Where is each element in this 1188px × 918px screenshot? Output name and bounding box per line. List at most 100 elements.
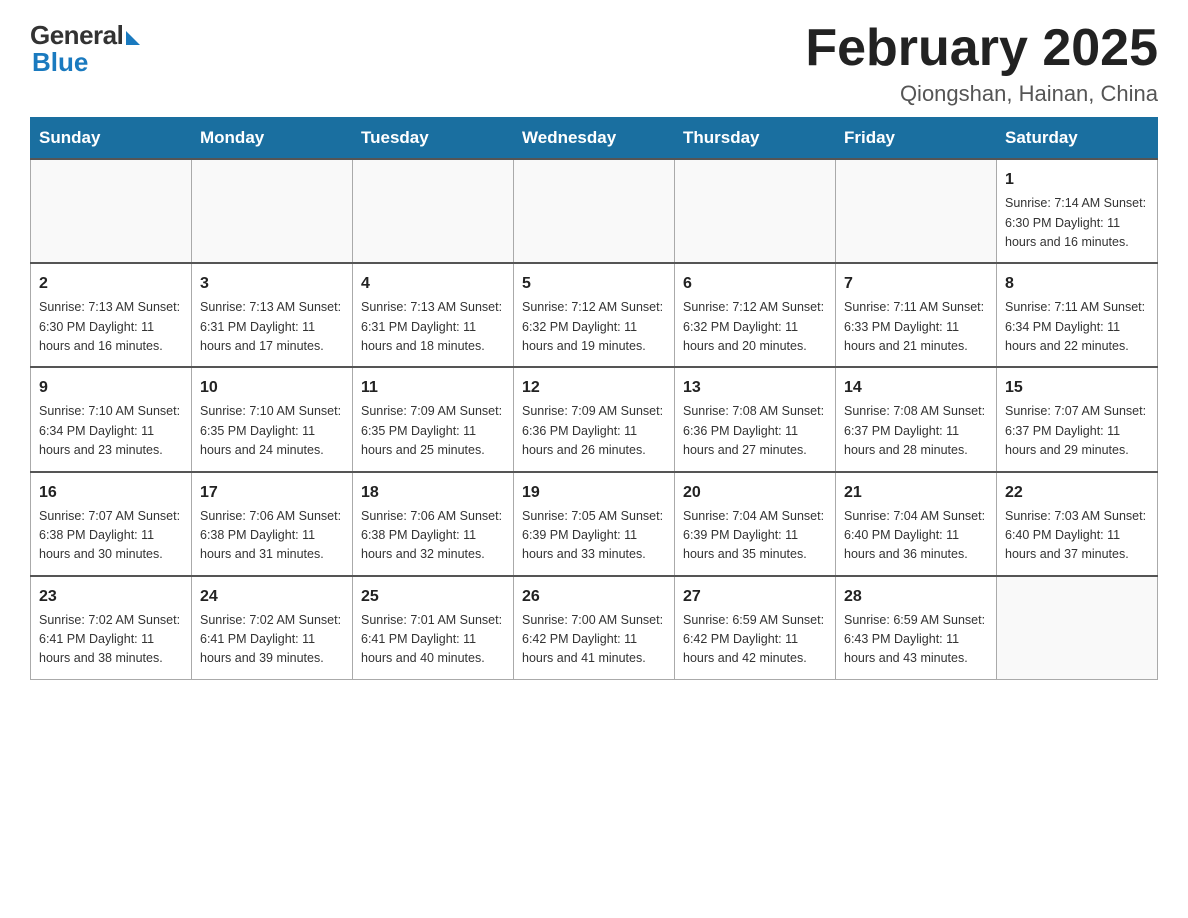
- page-header: General Blue February 2025 Qiongshan, Ha…: [30, 20, 1158, 107]
- calendar-cell: 17Sunrise: 7:06 AM Sunset: 6:38 PM Dayli…: [192, 472, 353, 576]
- title-block: February 2025 Qiongshan, Hainan, China: [805, 20, 1158, 107]
- day-number: 5: [522, 272, 666, 296]
- day-info: Sunrise: 7:05 AM Sunset: 6:39 PM Dayligh…: [522, 507, 666, 565]
- calendar-week-row: 9Sunrise: 7:10 AM Sunset: 6:34 PM Daylig…: [31, 367, 1158, 471]
- day-info: Sunrise: 7:02 AM Sunset: 6:41 PM Dayligh…: [200, 611, 344, 669]
- day-info: Sunrise: 7:04 AM Sunset: 6:40 PM Dayligh…: [844, 507, 988, 565]
- day-info: Sunrise: 7:09 AM Sunset: 6:36 PM Dayligh…: [522, 402, 666, 460]
- day-number: 7: [844, 272, 988, 296]
- weekday-header-row: SundayMondayTuesdayWednesdayThursdayFrid…: [31, 118, 1158, 160]
- logo-arrow-icon: [126, 31, 140, 45]
- day-info: Sunrise: 7:14 AM Sunset: 6:30 PM Dayligh…: [1005, 194, 1149, 252]
- weekday-header-friday: Friday: [836, 118, 997, 160]
- calendar-body: 1Sunrise: 7:14 AM Sunset: 6:30 PM Daylig…: [31, 159, 1158, 679]
- calendar-cell: 14Sunrise: 7:08 AM Sunset: 6:37 PM Dayli…: [836, 367, 997, 471]
- calendar-cell: 27Sunrise: 6:59 AM Sunset: 6:42 PM Dayli…: [675, 576, 836, 680]
- day-info: Sunrise: 7:07 AM Sunset: 6:38 PM Dayligh…: [39, 507, 183, 565]
- day-info: Sunrise: 7:13 AM Sunset: 6:31 PM Dayligh…: [200, 298, 344, 356]
- calendar-cell: 25Sunrise: 7:01 AM Sunset: 6:41 PM Dayli…: [353, 576, 514, 680]
- day-number: 2: [39, 272, 183, 296]
- day-number: 25: [361, 585, 505, 609]
- day-info: Sunrise: 7:01 AM Sunset: 6:41 PM Dayligh…: [361, 611, 505, 669]
- day-number: 15: [1005, 376, 1149, 400]
- day-info: Sunrise: 7:12 AM Sunset: 6:32 PM Dayligh…: [683, 298, 827, 356]
- day-number: 24: [200, 585, 344, 609]
- day-number: 16: [39, 481, 183, 505]
- calendar-cell: 19Sunrise: 7:05 AM Sunset: 6:39 PM Dayli…: [514, 472, 675, 576]
- weekday-header-wednesday: Wednesday: [514, 118, 675, 160]
- calendar-cell: 15Sunrise: 7:07 AM Sunset: 6:37 PM Dayli…: [997, 367, 1158, 471]
- calendar-cell: 23Sunrise: 7:02 AM Sunset: 6:41 PM Dayli…: [31, 576, 192, 680]
- calendar-cell: 3Sunrise: 7:13 AM Sunset: 6:31 PM Daylig…: [192, 263, 353, 367]
- day-number: 18: [361, 481, 505, 505]
- calendar-cell: 13Sunrise: 7:08 AM Sunset: 6:36 PM Dayli…: [675, 367, 836, 471]
- day-number: 9: [39, 376, 183, 400]
- day-number: 20: [683, 481, 827, 505]
- day-number: 11: [361, 376, 505, 400]
- calendar-cell: 2Sunrise: 7:13 AM Sunset: 6:30 PM Daylig…: [31, 263, 192, 367]
- calendar-cell: 20Sunrise: 7:04 AM Sunset: 6:39 PM Dayli…: [675, 472, 836, 576]
- weekday-header-monday: Monday: [192, 118, 353, 160]
- day-info: Sunrise: 7:13 AM Sunset: 6:31 PM Dayligh…: [361, 298, 505, 356]
- calendar-week-row: 23Sunrise: 7:02 AM Sunset: 6:41 PM Dayli…: [31, 576, 1158, 680]
- day-number: 19: [522, 481, 666, 505]
- calendar-cell: 9Sunrise: 7:10 AM Sunset: 6:34 PM Daylig…: [31, 367, 192, 471]
- day-info: Sunrise: 6:59 AM Sunset: 6:43 PM Dayligh…: [844, 611, 988, 669]
- calendar-cell: 22Sunrise: 7:03 AM Sunset: 6:40 PM Dayli…: [997, 472, 1158, 576]
- day-info: Sunrise: 7:08 AM Sunset: 6:37 PM Dayligh…: [844, 402, 988, 460]
- weekday-header-saturday: Saturday: [997, 118, 1158, 160]
- day-number: 13: [683, 376, 827, 400]
- calendar-cell: [31, 159, 192, 263]
- day-info: Sunrise: 7:11 AM Sunset: 6:33 PM Dayligh…: [844, 298, 988, 356]
- calendar-week-row: 16Sunrise: 7:07 AM Sunset: 6:38 PM Dayli…: [31, 472, 1158, 576]
- calendar-cell: 26Sunrise: 7:00 AM Sunset: 6:42 PM Dayli…: [514, 576, 675, 680]
- calendar-cell: 21Sunrise: 7:04 AM Sunset: 6:40 PM Dayli…: [836, 472, 997, 576]
- day-info: Sunrise: 7:06 AM Sunset: 6:38 PM Dayligh…: [361, 507, 505, 565]
- day-number: 22: [1005, 481, 1149, 505]
- day-number: 3: [200, 272, 344, 296]
- day-info: Sunrise: 7:07 AM Sunset: 6:37 PM Dayligh…: [1005, 402, 1149, 460]
- day-number: 10: [200, 376, 344, 400]
- calendar-cell: 5Sunrise: 7:12 AM Sunset: 6:32 PM Daylig…: [514, 263, 675, 367]
- calendar-cell: 1Sunrise: 7:14 AM Sunset: 6:30 PM Daylig…: [997, 159, 1158, 263]
- day-number: 12: [522, 376, 666, 400]
- day-info: Sunrise: 7:03 AM Sunset: 6:40 PM Dayligh…: [1005, 507, 1149, 565]
- day-info: Sunrise: 7:06 AM Sunset: 6:38 PM Dayligh…: [200, 507, 344, 565]
- calendar-cell: [353, 159, 514, 263]
- day-info: Sunrise: 7:08 AM Sunset: 6:36 PM Dayligh…: [683, 402, 827, 460]
- day-info: Sunrise: 7:02 AM Sunset: 6:41 PM Dayligh…: [39, 611, 183, 669]
- location-subtitle: Qiongshan, Hainan, China: [805, 81, 1158, 107]
- day-number: 8: [1005, 272, 1149, 296]
- calendar-week-row: 1Sunrise: 7:14 AM Sunset: 6:30 PM Daylig…: [31, 159, 1158, 263]
- calendar-cell: [997, 576, 1158, 680]
- calendar-cell: 8Sunrise: 7:11 AM Sunset: 6:34 PM Daylig…: [997, 263, 1158, 367]
- day-info: Sunrise: 7:12 AM Sunset: 6:32 PM Dayligh…: [522, 298, 666, 356]
- calendar-cell: 6Sunrise: 7:12 AM Sunset: 6:32 PM Daylig…: [675, 263, 836, 367]
- day-number: 14: [844, 376, 988, 400]
- calendar-header: SundayMondayTuesdayWednesdayThursdayFrid…: [31, 118, 1158, 160]
- calendar-cell: 24Sunrise: 7:02 AM Sunset: 6:41 PM Dayli…: [192, 576, 353, 680]
- day-info: Sunrise: 7:00 AM Sunset: 6:42 PM Dayligh…: [522, 611, 666, 669]
- day-info: Sunrise: 7:11 AM Sunset: 6:34 PM Dayligh…: [1005, 298, 1149, 356]
- day-number: 17: [200, 481, 344, 505]
- calendar-cell: 4Sunrise: 7:13 AM Sunset: 6:31 PM Daylig…: [353, 263, 514, 367]
- logo-blue-text: Blue: [30, 47, 88, 78]
- day-info: Sunrise: 7:10 AM Sunset: 6:35 PM Dayligh…: [200, 402, 344, 460]
- day-number: 21: [844, 481, 988, 505]
- calendar-cell: [675, 159, 836, 263]
- calendar-cell: [836, 159, 997, 263]
- day-info: Sunrise: 7:10 AM Sunset: 6:34 PM Dayligh…: [39, 402, 183, 460]
- day-info: Sunrise: 7:13 AM Sunset: 6:30 PM Dayligh…: [39, 298, 183, 356]
- logo: General Blue: [30, 20, 140, 78]
- day-info: Sunrise: 6:59 AM Sunset: 6:42 PM Dayligh…: [683, 611, 827, 669]
- calendar-cell: 28Sunrise: 6:59 AM Sunset: 6:43 PM Dayli…: [836, 576, 997, 680]
- day-info: Sunrise: 7:09 AM Sunset: 6:35 PM Dayligh…: [361, 402, 505, 460]
- day-info: Sunrise: 7:04 AM Sunset: 6:39 PM Dayligh…: [683, 507, 827, 565]
- day-number: 6: [683, 272, 827, 296]
- calendar-cell: 18Sunrise: 7:06 AM Sunset: 6:38 PM Dayli…: [353, 472, 514, 576]
- day-number: 23: [39, 585, 183, 609]
- day-number: 28: [844, 585, 988, 609]
- weekday-header-sunday: Sunday: [31, 118, 192, 160]
- day-number: 1: [1005, 168, 1149, 192]
- weekday-header-thursday: Thursday: [675, 118, 836, 160]
